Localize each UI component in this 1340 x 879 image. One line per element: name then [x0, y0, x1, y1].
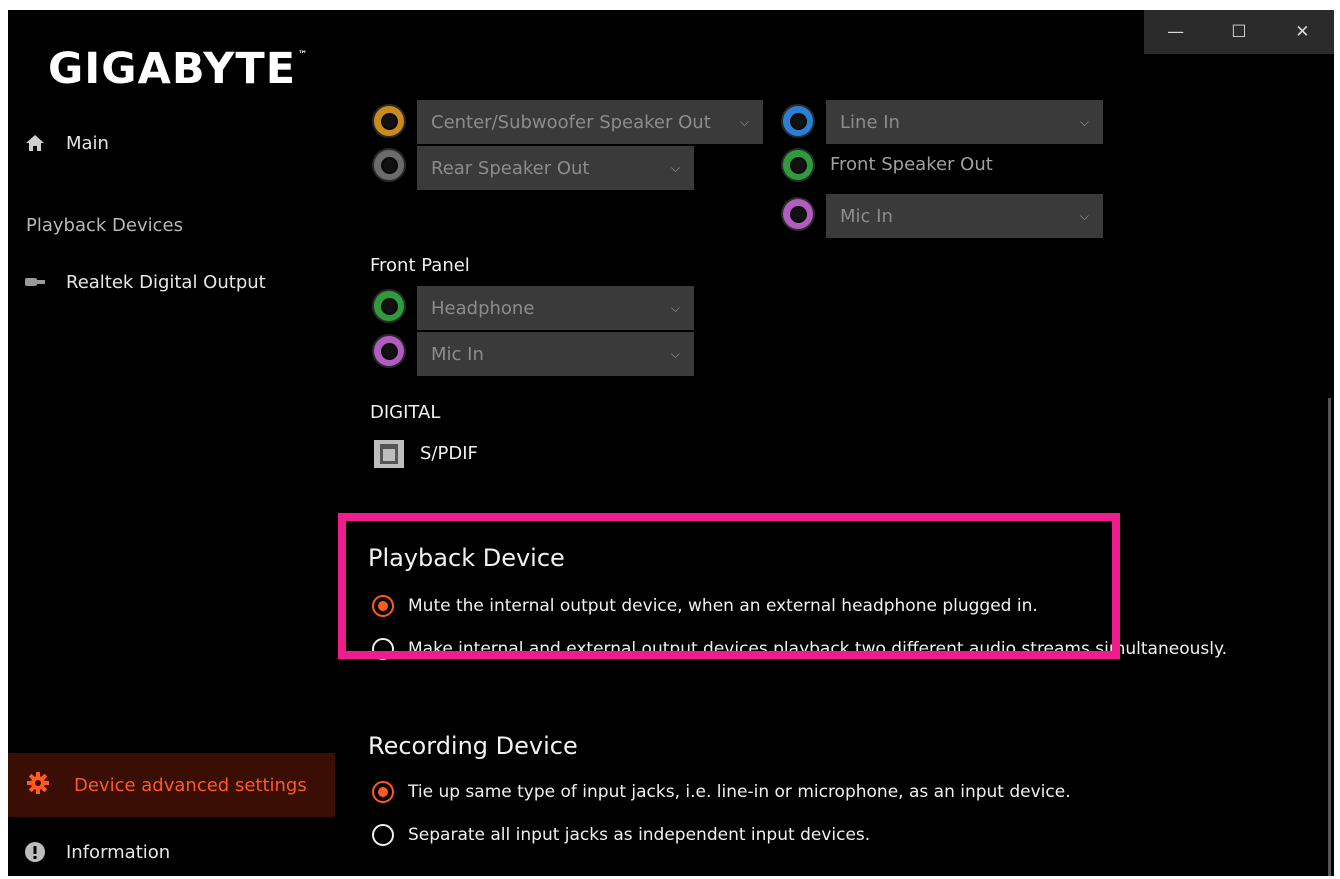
app-window: — ☐ ✕ GIGABYTE ™ Main Playback Devices Re…: [8, 10, 1334, 876]
window-controls: — ☐ ✕: [1144, 10, 1334, 54]
center-subwoofer-dropdown[interactable]: Center/Subwoofer Speaker Out ⌵: [417, 100, 763, 144]
blue-jack-icon: [783, 106, 813, 136]
chevron-down-icon: ⌵: [739, 114, 749, 129]
recording-option-separate[interactable]: Separate all input jacks as independent …: [372, 824, 870, 846]
headphone-dropdown[interactable]: Headphone ⌵: [417, 286, 694, 330]
front-speaker-out-label: Front Speaker Out: [830, 154, 993, 175]
close-button[interactable]: ✕: [1271, 10, 1334, 54]
rear-mic-in-dropdown[interactable]: Mic In ⌵: [826, 194, 1103, 238]
dropdown-value: Line In: [840, 111, 900, 133]
line-in-dropdown[interactable]: Line In ⌵: [826, 100, 1103, 144]
chevron-down-icon: ⌵: [670, 160, 680, 175]
recording-device-title: Recording Device: [368, 732, 578, 760]
maximize-button[interactable]: ☐: [1207, 10, 1270, 54]
trademark-mark: ™: [298, 50, 309, 60]
green-jack-icon: [374, 291, 404, 321]
playback-devices-heading: Playback Devices: [26, 215, 183, 236]
chevron-down-icon: ⌵: [670, 346, 680, 361]
gear-icon: [26, 771, 50, 800]
dropdown-value: Center/Subwoofer Speaker Out: [431, 111, 711, 133]
info-icon: [24, 841, 46, 863]
gray-jack-icon: [374, 150, 404, 180]
rear-speaker-dropdown[interactable]: Rear Speaker Out ⌵: [417, 146, 694, 190]
chevron-down-icon: ⌵: [670, 300, 680, 315]
option-label: Separate all input jacks as independent …: [408, 825, 871, 845]
radio-unselected[interactable]: [372, 824, 394, 846]
front-panel-title: Front Panel: [370, 255, 470, 276]
front-mic-in-dropdown[interactable]: Mic In ⌵: [417, 332, 694, 376]
dropdown-value: Headphone: [431, 297, 535, 319]
sidebar-item-device-advanced-settings[interactable]: Device advanced settings: [8, 753, 335, 817]
home-icon: [24, 132, 46, 154]
sidebar-item-label: Realtek Digital Output: [66, 271, 266, 293]
spdif-label: S/PDIF: [420, 443, 478, 464]
spdif-icon: [374, 440, 404, 468]
chevron-down-icon: ⌵: [1079, 208, 1089, 223]
pink-jack-icon: [783, 199, 813, 229]
sidebar-item-label: Information: [66, 841, 171, 863]
sidebar-item-realtek-digital-output[interactable]: Realtek Digital Output: [24, 271, 266, 293]
minimize-button[interactable]: —: [1144, 10, 1207, 54]
dropdown-value: Mic In: [840, 205, 893, 227]
green-jack-icon: [783, 150, 813, 180]
sidebar-item-label: Main: [66, 132, 109, 154]
logo-text: GIGABYTE: [48, 44, 297, 94]
radio-selected[interactable]: [372, 781, 394, 803]
pink-jack-icon: [374, 336, 404, 366]
sidebar-item-main[interactable]: Main: [24, 132, 109, 154]
gigabyte-logo: GIGABYTE ™: [48, 44, 309, 94]
chevron-down-icon: ⌵: [1079, 114, 1089, 129]
highlight-annotation-box: [338, 513, 1120, 659]
orange-jack-icon: [374, 106, 404, 136]
scrollbar[interactable]: [1328, 398, 1331, 876]
recording-option-tie-up[interactable]: Tie up same type of input jacks, i.e. li…: [372, 781, 1071, 803]
sidebar-item-label: Device advanced settings: [74, 774, 307, 796]
digital-output-icon: [24, 271, 46, 293]
dropdown-value: Rear Speaker Out: [431, 157, 590, 179]
option-label: Tie up same type of input jacks, i.e. li…: [408, 782, 1071, 802]
sidebar-item-information[interactable]: Information: [24, 841, 170, 863]
dropdown-value: Mic In: [431, 343, 484, 365]
digital-title: DIGITAL: [370, 402, 441, 423]
